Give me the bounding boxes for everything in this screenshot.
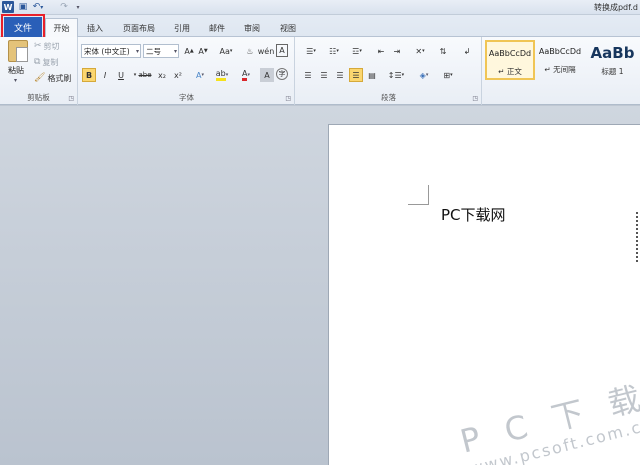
cut-button[interactable]: ✂ 剪切 bbox=[34, 41, 60, 52]
increase-indent-icon[interactable]: ⇥ bbox=[390, 44, 404, 58]
tab-file[interactable]: 文件 bbox=[1, 14, 45, 40]
page-edge-mark bbox=[636, 212, 638, 262]
change-case-label: Aa bbox=[219, 46, 230, 56]
line-spacing-icon[interactable]: ↕☰ ▾ bbox=[386, 68, 406, 82]
character-border-icon[interactable]: A bbox=[276, 44, 288, 57]
paragraph-launcher-icon[interactable]: ◳ bbox=[472, 95, 478, 102]
clear-formatting-icon[interactable]: ♨ bbox=[243, 44, 257, 58]
paste-icon[interactable] bbox=[8, 40, 28, 62]
font-name-combo[interactable]: 宋体 (中文正) ▾ bbox=[81, 44, 141, 58]
customize-arrow-icon[interactable]: ▾ bbox=[74, 1, 82, 13]
tab-home[interactable]: 开始 bbox=[45, 18, 78, 38]
paste-button[interactable]: 粘贴 bbox=[8, 65, 24, 76]
justify-icon[interactable]: ☰ bbox=[349, 68, 363, 82]
align-right-icon[interactable]: ☰ bbox=[333, 68, 347, 82]
borders-icon[interactable]: ⊞ ▾ bbox=[438, 68, 458, 82]
redo-icon[interactable]: ↷ bbox=[58, 1, 70, 13]
style-name: 标题 1 bbox=[601, 67, 624, 76]
numbering-icon[interactable]: ☷ ▾ bbox=[324, 44, 344, 58]
paragraph-group-label: 段落 bbox=[381, 93, 396, 102]
subscript-button[interactable]: x₂ bbox=[155, 68, 169, 82]
enclose-characters-icon[interactable]: 字 bbox=[276, 68, 288, 80]
strikethrough-button[interactable]: abe bbox=[137, 68, 153, 82]
highlight-icon[interactable]: ab ▾ bbox=[213, 68, 231, 82]
style-sample: AaBb bbox=[590, 44, 635, 62]
tab-page-layout[interactable]: 页面布局 bbox=[116, 19, 162, 37]
style-no-spacing[interactable]: AaBbCcDd ↵ 无间隔 bbox=[535, 40, 585, 80]
title-bar: W ▣ ↶ ▾ ↷ ▾ 转换成pdf.d bbox=[0, 0, 640, 15]
styles-group: AaBbCcDd ↵ 正文 AaBbCcDd ↵ 无间隔 AaBb 标题 1 bbox=[483, 37, 640, 105]
clipboard-group-label: 剪贴板 bbox=[27, 93, 50, 102]
style-name: ↵ 正文 bbox=[498, 67, 522, 76]
character-shading-icon[interactable]: A bbox=[260, 68, 274, 82]
tab-review[interactable]: 审阅 bbox=[238, 19, 266, 37]
cut-label: 剪切 bbox=[43, 42, 60, 51]
format-painter-button[interactable]: 🖌 格式刷 bbox=[34, 73, 71, 84]
font-size-value: 二号 bbox=[146, 46, 161, 56]
style-sample: AaBbCcDd bbox=[488, 49, 532, 58]
tab-mailings[interactable]: 邮件 bbox=[203, 19, 231, 37]
tab-references[interactable]: 引用 bbox=[168, 19, 196, 37]
paste-dropdown-icon[interactable]: ▾ bbox=[14, 77, 17, 84]
tab-view[interactable]: 视图 bbox=[274, 19, 302, 37]
distributed-icon[interactable]: ▤ bbox=[365, 68, 379, 82]
shrink-font-button[interactable]: A ▼ bbox=[196, 44, 210, 58]
align-center-icon[interactable]: ☰ bbox=[317, 68, 331, 82]
show-marks-icon[interactable]: ↲ bbox=[460, 44, 474, 58]
chevron-down-icon: ▾ bbox=[173, 47, 177, 55]
chinese-layout-icon[interactable]: ✕ ▾ bbox=[410, 44, 430, 58]
tab-insert[interactable]: 插入 bbox=[80, 19, 110, 37]
underline-button[interactable]: U bbox=[114, 68, 128, 82]
style-sample: AaBbCcDd bbox=[538, 47, 582, 56]
font-size-combo[interactable]: 二号 ▾ bbox=[143, 44, 179, 58]
font-group: 宋体 (中文正) ▾ 二号 ▾ A ▲ A ▼ Aa ▾ ♨ wén A B I U … bbox=[79, 37, 295, 105]
superscript-button[interactable]: x² bbox=[171, 68, 185, 82]
clipboard-launcher-icon[interactable]: ◳ bbox=[68, 95, 74, 102]
italic-button[interactable]: I bbox=[98, 68, 112, 82]
style-normal[interactable]: AaBbCcDd ↵ 正文 bbox=[485, 40, 535, 80]
font-launcher-icon[interactable]: ◳ bbox=[285, 95, 291, 102]
copy-label: 复制 bbox=[42, 58, 59, 67]
copy-button[interactable]: ⧉ 复制 bbox=[34, 57, 58, 68]
undo-icon[interactable]: ↶ ▾ bbox=[32, 1, 44, 13]
font-color-icon[interactable]: A ▾ bbox=[237, 68, 255, 82]
font-group-label: 字体 bbox=[179, 93, 194, 102]
decrease-indent-icon[interactable]: ⇤ bbox=[374, 44, 388, 58]
word-logo-icon[interactable]: W bbox=[2, 1, 14, 13]
copy-icon: ⧉ bbox=[34, 57, 41, 67]
clipboard-group: 粘贴 ▾ ✂ 剪切 ⧉ 复制 🖌 格式刷 剪贴板 ◳ bbox=[0, 37, 78, 105]
style-name: ↵ 无间隔 bbox=[544, 65, 576, 74]
bullets-icon[interactable]: ☰ ▾ bbox=[301, 44, 321, 58]
style-heading-1[interactable]: AaBb 标题 1 bbox=[585, 40, 640, 80]
ribbon: 粘贴 ▾ ✂ 剪切 ⧉ 复制 🖌 格式刷 剪贴板 ◳ 宋体 (中文正) ▾ 二号… bbox=[0, 37, 640, 105]
paragraph-group: ☰ ▾ ☷ ▾ ☲ ▾ ⇤ ⇥ ✕ ▾ ⇅ ↲ ☰ ☰ ☰ ☰ ▤ ↕☰ ▾ ◈ ▾ ⊞ ▾ … bbox=[296, 37, 482, 105]
change-case-button[interactable]: Aa ▾ bbox=[217, 44, 235, 58]
text-effects-icon[interactable]: A ▾ bbox=[193, 68, 207, 82]
font-name-value: 宋体 (中文正) bbox=[84, 46, 130, 56]
multilevel-list-icon[interactable]: ☲ ▾ bbox=[347, 44, 367, 58]
save-icon[interactable]: ▣ bbox=[18, 1, 28, 13]
ribbon-tabs: 文件 开始 插入 页面布局 引用 邮件 审阅 视图 bbox=[0, 14, 640, 40]
margin-crop-mark bbox=[408, 185, 429, 205]
sort-icon[interactable]: ⇅ bbox=[436, 44, 450, 58]
paintbrush-icon: 🖌 bbox=[34, 73, 46, 83]
document-body-text[interactable]: PC下载网 bbox=[441, 204, 506, 225]
chevron-down-icon: ▾ bbox=[135, 47, 139, 55]
grow-font-button[interactable]: A ▲ bbox=[182, 44, 196, 58]
bold-button[interactable]: B bbox=[82, 68, 96, 82]
phonetic-guide-icon[interactable]: wén bbox=[258, 44, 275, 58]
scissors-icon: ✂ bbox=[34, 41, 42, 51]
format-painter-label: 格式刷 bbox=[47, 74, 72, 83]
document-title: 转换成pdf.d bbox=[593, 3, 638, 12]
shading-icon[interactable]: ◈ ▾ bbox=[414, 68, 434, 82]
align-left-icon[interactable]: ☰ bbox=[301, 68, 315, 82]
